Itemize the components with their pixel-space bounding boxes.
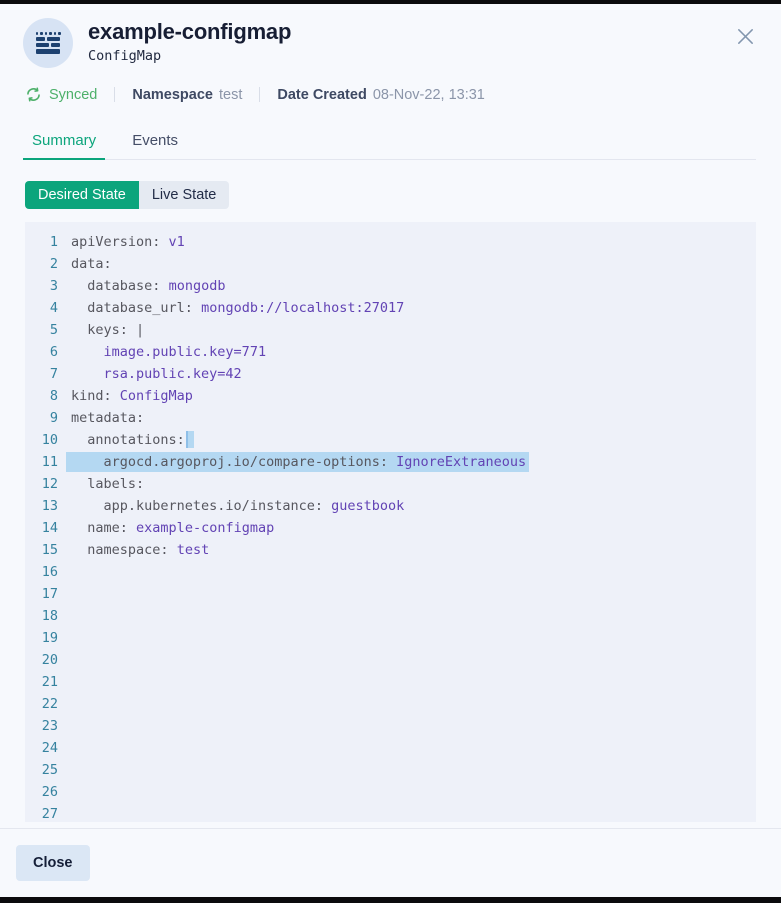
resource-kind-label: ConfigMap [88, 48, 291, 64]
line-number: 1 [25, 231, 58, 253]
screen-edge-bottom [0, 897, 781, 903]
code-line: 18 [25, 605, 756, 627]
state-toggle: Desired State Live State [25, 181, 229, 209]
tab-summary[interactable]: Summary [23, 127, 105, 160]
code-line: 3 database: mongodb [25, 275, 756, 297]
desired-state-button[interactable]: Desired State [25, 181, 139, 209]
live-state-button[interactable]: Live State [139, 181, 230, 209]
line-number: 26 [25, 781, 58, 803]
line-number: 24 [25, 737, 58, 759]
line-number: 8 [25, 385, 58, 407]
line-number: 22 [25, 693, 58, 715]
line-number: 18 [25, 605, 58, 627]
page-title: example-configmap [88, 19, 291, 44]
code-line: 26 [25, 781, 756, 803]
divider [114, 87, 115, 102]
line-number: 3 [25, 275, 58, 297]
line-number: 14 [25, 517, 58, 539]
code-line: 4 database_url: mongodb://localhost:2701… [25, 297, 756, 319]
code-line: 13 app.kubernetes.io/instance: guestbook [25, 495, 756, 517]
line-number: 16 [25, 561, 58, 583]
date-created-value: 08-Nov-22, 13:31 [373, 87, 485, 103]
status-row: Synced Namespace test Date Created 08-No… [0, 86, 781, 103]
code-line: 14 name: example-configmap [25, 517, 756, 539]
code-line: 2data: [25, 253, 756, 275]
line-number: 5 [25, 319, 58, 341]
line-number: 17 [25, 583, 58, 605]
line-number: 27 [25, 803, 58, 822]
close-button[interactable]: Close [16, 845, 90, 881]
circular-arrows-icon [25, 86, 42, 103]
code-line: 5 keys: | [25, 319, 756, 341]
line-number: 15 [25, 539, 58, 561]
namespace-label: Namespace [132, 87, 213, 103]
tab-bar: Summary Events [23, 127, 756, 160]
code-line: 27 [25, 803, 756, 822]
line-number: 25 [25, 759, 58, 781]
line-number: 11 [25, 451, 58, 473]
close-panel-button[interactable] [734, 28, 756, 50]
screen-edge-top [0, 0, 781, 4]
line-number: 7 [25, 363, 58, 385]
code-line: 15 namespace: test [25, 539, 756, 561]
code-line: 6 image.public.key=771 [25, 341, 756, 363]
state-toggle-row: Desired State Live State [0, 181, 781, 209]
line-number: 23 [25, 715, 58, 737]
title-block: example-configmap ConfigMap [88, 18, 291, 64]
line-number: 13 [25, 495, 58, 517]
code-editor[interactable]: 1apiVersion: v12data:3 database: mongodb… [25, 222, 756, 822]
code-line: 12 labels: [25, 473, 756, 495]
code-line: 24 [25, 737, 756, 759]
line-number: 12 [25, 473, 58, 495]
code-line: 23 [25, 715, 756, 737]
line-number: 20 [25, 649, 58, 671]
line-number: 10 [25, 429, 58, 451]
line-number: 21 [25, 671, 58, 693]
panel-footer: Close [0, 828, 781, 897]
code-line: 22 [25, 693, 756, 715]
code-line: 19 [25, 627, 756, 649]
line-number: 19 [25, 627, 58, 649]
sync-status-label: Synced [49, 87, 97, 103]
resource-avatar [23, 18, 73, 68]
code-line: 8kind: ConfigMap [25, 385, 756, 407]
code-line: 17 [25, 583, 756, 605]
line-number: 9 [25, 407, 58, 429]
code-line: 16 [25, 561, 756, 583]
x-icon [735, 26, 756, 52]
code-line: 9metadata: [25, 407, 756, 429]
code-line: 7 rsa.public.key=42 [25, 363, 756, 385]
selection-cursor [186, 431, 194, 448]
line-number: 2 [25, 253, 58, 275]
text-selection: argocd.argoproj.io/compare-options: Igno… [66, 452, 529, 472]
configmap-icon [36, 32, 61, 54]
namespace-value: test [219, 87, 242, 103]
line-number: 6 [25, 341, 58, 363]
sync-status: Synced [25, 86, 97, 103]
code-line: 25 [25, 759, 756, 781]
line-number: 4 [25, 297, 58, 319]
code-line: 20 [25, 649, 756, 671]
panel-header: example-configmap ConfigMap [0, 0, 781, 68]
code-line: 21 [25, 671, 756, 693]
divider [259, 87, 260, 102]
tab-events[interactable]: Events [123, 127, 187, 159]
code-line: 10 annotations: [25, 429, 756, 451]
code-line: 11 argocd.argoproj.io/compare-options: I… [25, 451, 756, 473]
code-line: 1apiVersion: v1 [25, 231, 756, 253]
date-created-label: Date Created [277, 87, 366, 103]
